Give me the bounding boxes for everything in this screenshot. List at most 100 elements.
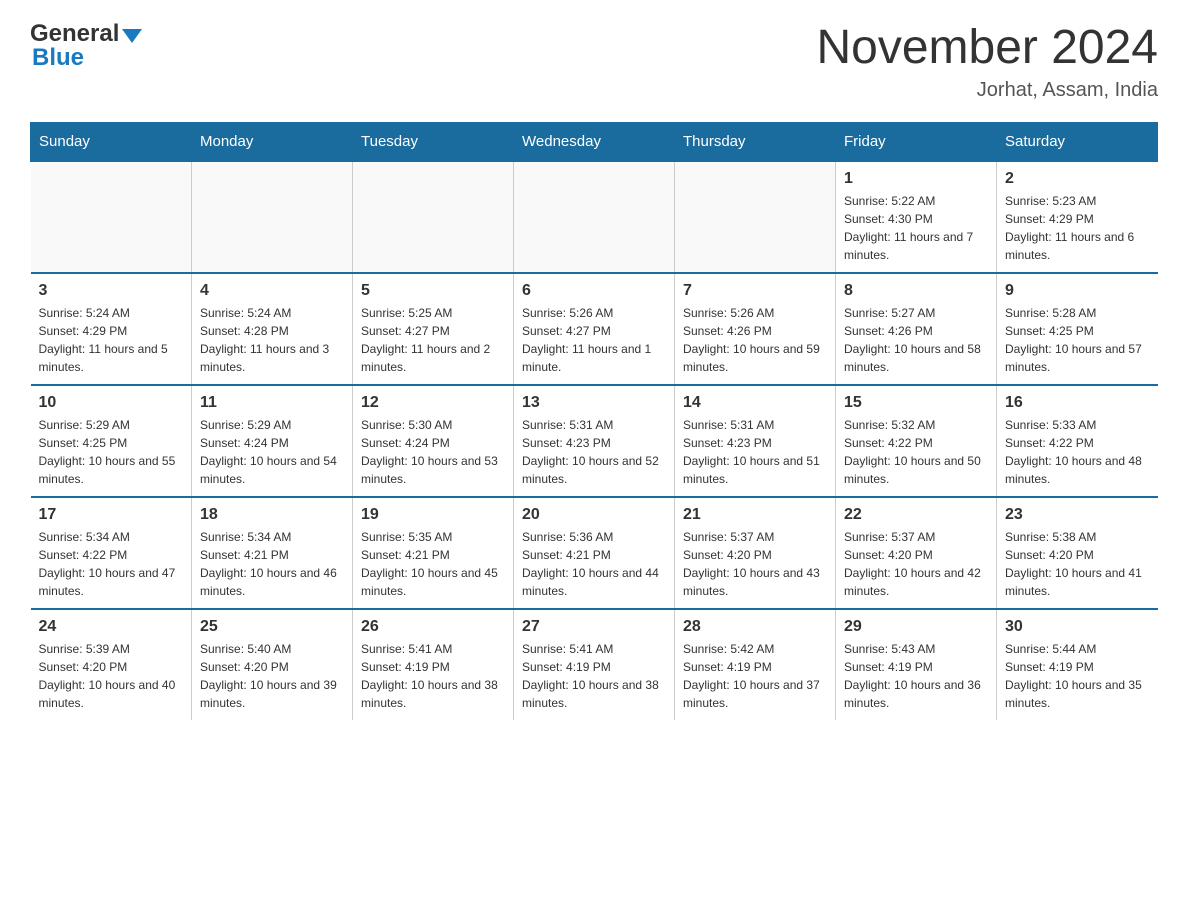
day-number: 4 — [200, 282, 344, 300]
day-number: 5 — [361, 282, 505, 300]
day-cell: 22 Sunrise: 5:37 AM Sunset: 4:20 PM Dayli… — [836, 497, 997, 609]
day-cell: 19 Sunrise: 5:35 AM Sunset: 4:21 PM Dayli… — [353, 497, 514, 609]
day-header-friday: Friday — [836, 123, 997, 162]
day-info: Sunrise: 5:38 AM Sunset: 4:20 PM Dayligh… — [1005, 528, 1150, 600]
day-cell: 16 Sunrise: 5:33 AM Sunset: 4:22 PM Dayli… — [997, 385, 1158, 497]
day-info: Sunrise: 5:43 AM Sunset: 4:19 PM Dayligh… — [844, 640, 988, 712]
day-info: Sunrise: 5:34 AM Sunset: 4:22 PM Dayligh… — [39, 528, 184, 600]
calendar-header-row: SundayMondayTuesdayWednesdayThursdayFrid… — [31, 123, 1158, 162]
day-cell: 21Sunrise: 5:37 AM Sunset: 4:20 PM Dayli… — [675, 497, 836, 609]
day-cell: 12 Sunrise: 5:30 AM Sunset: 4:24 PM Dayli… — [353, 385, 514, 497]
day-info: Sunrise: 5:24 AM Sunset: 4:29 PM Dayligh… — [39, 304, 184, 376]
day-info: Sunrise: 5:22 AM Sunset: 4:30 PM Dayligh… — [844, 192, 988, 264]
day-header-monday: Monday — [192, 123, 353, 162]
day-number: 30 — [1005, 618, 1150, 636]
day-number: 18 — [200, 506, 344, 524]
day-info: Sunrise: 5:27 AM Sunset: 4:26 PM Dayligh… — [844, 304, 988, 376]
calendar-title: November 2024 — [816, 20, 1158, 75]
day-number: 29 — [844, 618, 988, 636]
day-cell: 15 Sunrise: 5:32 AM Sunset: 4:22 PM Dayli… — [836, 385, 997, 497]
day-cell: 6 Sunrise: 5:26 AM Sunset: 4:27 PM Daylig… — [514, 273, 675, 385]
logo: General Blue — [30, 20, 142, 72]
day-number: 1 — [844, 170, 988, 188]
day-header-wednesday: Wednesday — [514, 123, 675, 162]
day-info: Sunrise: 5:44 AM Sunset: 4:19 PM Dayligh… — [1005, 640, 1150, 712]
day-cell: 28 Sunrise: 5:42 AM Sunset: 4:19 PM Dayli… — [675, 609, 836, 720]
day-number: 27 — [522, 618, 666, 636]
day-cell: 27 Sunrise: 5:41 AM Sunset: 4:19 PM Dayli… — [514, 609, 675, 720]
day-info: Sunrise: 5:35 AM Sunset: 4:21 PM Dayligh… — [361, 528, 505, 600]
day-info: Sunrise: 5:30 AM Sunset: 4:24 PM Dayligh… — [361, 416, 505, 488]
day-cell: 9 Sunrise: 5:28 AM Sunset: 4:25 PM Daylig… — [997, 273, 1158, 385]
day-info: Sunrise: 5:33 AM Sunset: 4:22 PM Dayligh… — [1005, 416, 1150, 488]
day-number: 11 — [200, 394, 344, 412]
day-info: Sunrise: 5:25 AM Sunset: 4:27 PM Dayligh… — [361, 304, 505, 376]
day-number: 26 — [361, 618, 505, 636]
day-info: Sunrise: 5:29 AM Sunset: 4:25 PM Dayligh… — [39, 416, 184, 488]
day-info: Sunrise: 5:42 AM Sunset: 4:19 PM Dayligh… — [683, 640, 827, 712]
day-number: 6 — [522, 282, 666, 300]
day-cell: 4Sunrise: 5:24 AM Sunset: 4:28 PM Daylig… — [192, 273, 353, 385]
day-cell: 2 Sunrise: 5:23 AM Sunset: 4:29 PM Daylig… — [997, 161, 1158, 273]
day-cell: 10 Sunrise: 5:29 AM Sunset: 4:25 PM Dayli… — [31, 385, 192, 497]
day-cell: 3 Sunrise: 5:24 AM Sunset: 4:29 PM Daylig… — [31, 273, 192, 385]
day-number: 16 — [1005, 394, 1150, 412]
day-info: Sunrise: 5:41 AM Sunset: 4:19 PM Dayligh… — [522, 640, 666, 712]
week-row-5: 24 Sunrise: 5:39 AM Sunset: 4:20 PM Dayli… — [31, 609, 1158, 720]
day-cell: 13Sunrise: 5:31 AM Sunset: 4:23 PM Dayli… — [514, 385, 675, 497]
day-number: 25 — [200, 618, 344, 636]
day-number: 23 — [1005, 506, 1150, 524]
day-number: 28 — [683, 618, 827, 636]
week-row-1: 1 Sunrise: 5:22 AM Sunset: 4:30 PM Daylig… — [31, 161, 1158, 273]
day-cell — [31, 161, 192, 273]
calendar-subtitle: Jorhat, Assam, India — [816, 79, 1158, 102]
day-header-thursday: Thursday — [675, 123, 836, 162]
day-cell — [514, 161, 675, 273]
day-number: 7 — [683, 282, 827, 300]
day-number: 19 — [361, 506, 505, 524]
day-cell: 25 Sunrise: 5:40 AM Sunset: 4:20 PM Dayli… — [192, 609, 353, 720]
day-cell: 23 Sunrise: 5:38 AM Sunset: 4:20 PM Dayli… — [997, 497, 1158, 609]
day-header-saturday: Saturday — [997, 123, 1158, 162]
day-cell: 26 Sunrise: 5:41 AM Sunset: 4:19 PM Dayli… — [353, 609, 514, 720]
day-info: Sunrise: 5:32 AM Sunset: 4:22 PM Dayligh… — [844, 416, 988, 488]
day-number: 24 — [39, 618, 184, 636]
day-cell: 7Sunrise: 5:26 AM Sunset: 4:26 PM Daylig… — [675, 273, 836, 385]
day-number: 15 — [844, 394, 988, 412]
day-number: 3 — [39, 282, 184, 300]
day-number: 8 — [844, 282, 988, 300]
week-row-3: 10 Sunrise: 5:29 AM Sunset: 4:25 PM Dayli… — [31, 385, 1158, 497]
day-number: 9 — [1005, 282, 1150, 300]
day-info: Sunrise: 5:41 AM Sunset: 4:19 PM Dayligh… — [361, 640, 505, 712]
day-cell: 29 Sunrise: 5:43 AM Sunset: 4:19 PM Dayli… — [836, 609, 997, 720]
day-number: 10 — [39, 394, 184, 412]
day-info: Sunrise: 5:23 AM Sunset: 4:29 PM Dayligh… — [1005, 192, 1150, 264]
day-number: 12 — [361, 394, 505, 412]
day-header-tuesday: Tuesday — [353, 123, 514, 162]
day-number: 2 — [1005, 170, 1150, 188]
week-row-2: 3 Sunrise: 5:24 AM Sunset: 4:29 PM Daylig… — [31, 273, 1158, 385]
day-cell: 5 Sunrise: 5:25 AM Sunset: 4:27 PM Daylig… — [353, 273, 514, 385]
day-info: Sunrise: 5:26 AM Sunset: 4:27 PM Dayligh… — [522, 304, 666, 376]
day-number: 22 — [844, 506, 988, 524]
day-cell: 20 Sunrise: 5:36 AM Sunset: 4:21 PM Dayli… — [514, 497, 675, 609]
day-info: Sunrise: 5:28 AM Sunset: 4:25 PM Dayligh… — [1005, 304, 1150, 376]
day-cell: 8 Sunrise: 5:27 AM Sunset: 4:26 PM Daylig… — [836, 273, 997, 385]
day-cell — [675, 161, 836, 273]
day-info: Sunrise: 5:37 AM Sunset: 4:20 PM Dayligh… — [844, 528, 988, 600]
day-info: Sunrise: 5:39 AM Sunset: 4:20 PM Dayligh… — [39, 640, 184, 712]
logo-blue: Blue — [32, 44, 84, 72]
week-row-4: 17Sunrise: 5:34 AM Sunset: 4:22 PM Dayli… — [31, 497, 1158, 609]
day-info: Sunrise: 5:36 AM Sunset: 4:21 PM Dayligh… — [522, 528, 666, 600]
day-number: 20 — [522, 506, 666, 524]
day-number: 13 — [522, 394, 666, 412]
day-info: Sunrise: 5:29 AM Sunset: 4:24 PM Dayligh… — [200, 416, 344, 488]
day-info: Sunrise: 5:40 AM Sunset: 4:20 PM Dayligh… — [200, 640, 344, 712]
day-cell: 1 Sunrise: 5:22 AM Sunset: 4:30 PM Daylig… — [836, 161, 997, 273]
day-info: Sunrise: 5:37 AM Sunset: 4:20 PM Dayligh… — [683, 528, 827, 600]
day-info: Sunrise: 5:31 AM Sunset: 4:23 PM Dayligh… — [683, 416, 827, 488]
page-header: General Blue November 2024 Jorhat, Assam… — [30, 20, 1158, 102]
day-header-sunday: Sunday — [31, 123, 192, 162]
day-cell — [353, 161, 514, 273]
day-cell: 17Sunrise: 5:34 AM Sunset: 4:22 PM Dayli… — [31, 497, 192, 609]
